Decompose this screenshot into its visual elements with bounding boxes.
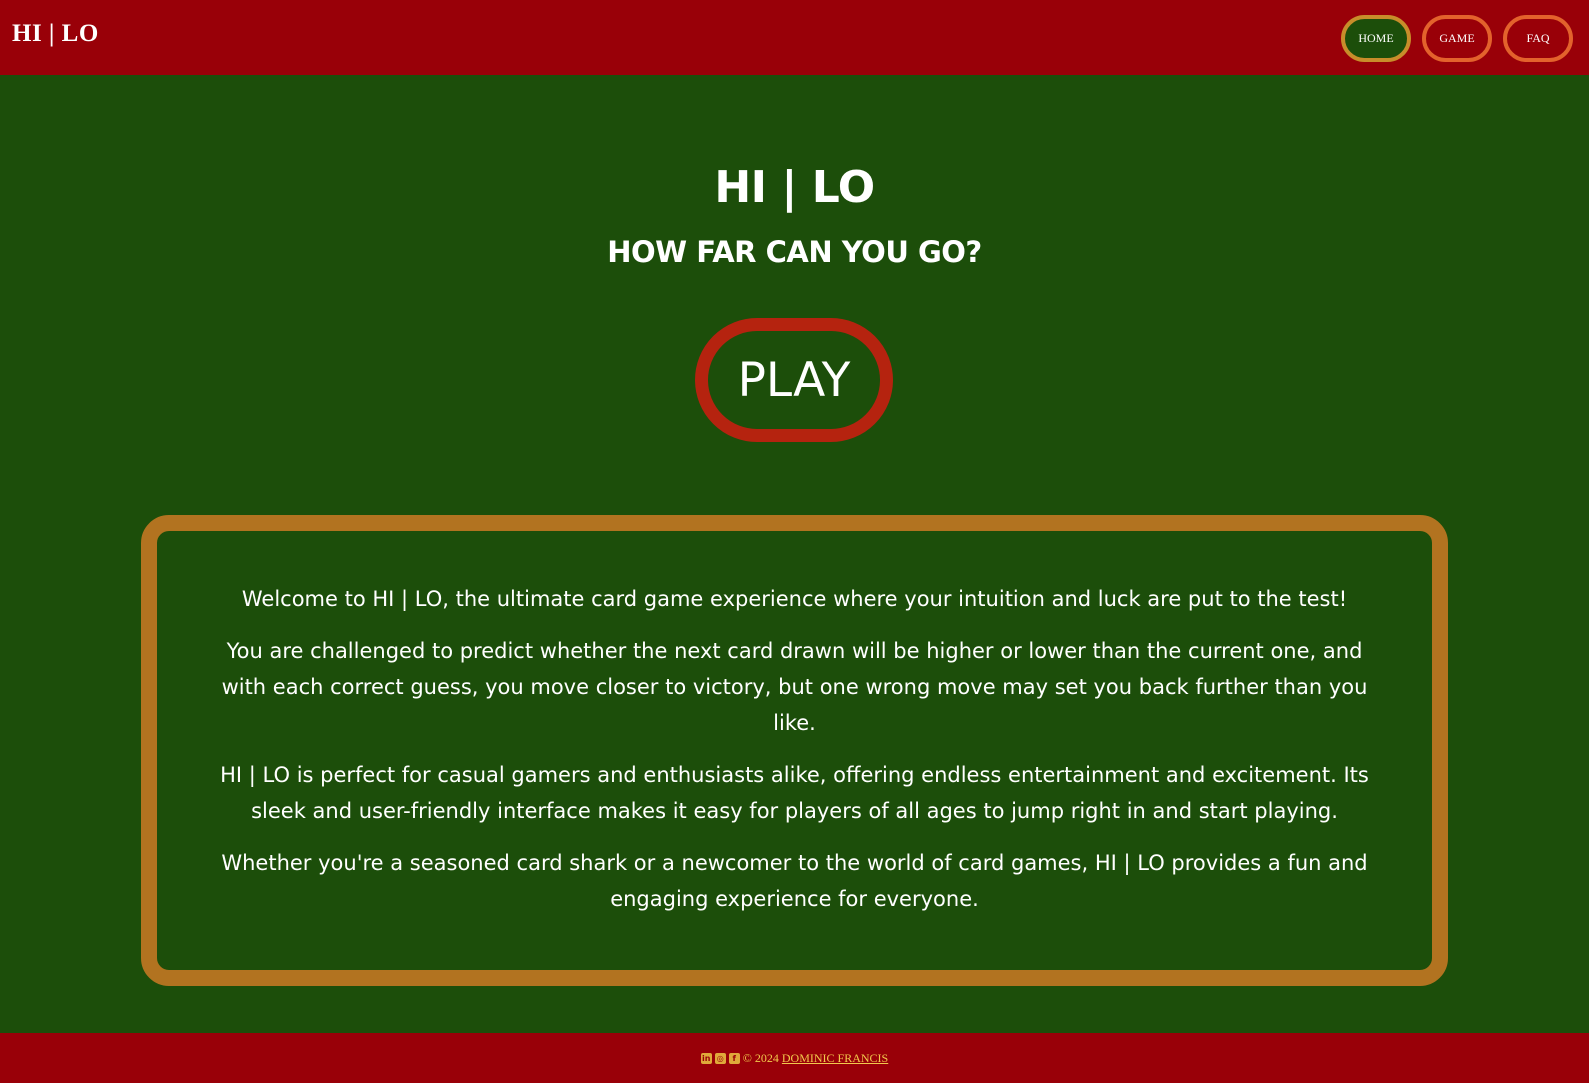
copyright-text: © 2024 [742, 1050, 779, 1065]
facebook-icon[interactable]: f [728, 1052, 740, 1064]
author-link[interactable]: DOMINIC FRANCIS [782, 1051, 888, 1066]
about-paragraph-audience: HI | LO is perfect for casual gamers and… [220, 763, 1369, 823]
nav-link-game[interactable]: GAME [1422, 15, 1492, 62]
about-paragraph-welcome: Welcome to HI | LO, the ultimate card ga… [241, 587, 1348, 611]
about-paragraph-rules: You are challenged to predict whether th… [221, 639, 1368, 735]
navbar: HI | LO HOME GAME FAQ [0, 0, 1589, 75]
nav-links: HOME GAME FAQ [1341, 15, 1573, 62]
about-paragraph-closing: Whether you're a seasoned card shark or … [221, 851, 1368, 911]
play-button[interactable]: PLAY [695, 318, 893, 442]
brand-logo[interactable]: HI | LO [12, 20, 99, 48]
page-subtitle: HOW FAR CAN YOU GO? [607, 235, 982, 269]
nav-link-home[interactable]: HOME [1341, 15, 1411, 62]
about-card: Welcome to HI | LO, the ultimate card ga… [141, 515, 1448, 986]
footer: in ◎ f © 2024 DOMINIC FRANCIS [0, 1033, 1589, 1083]
linkedin-icon[interactable]: in [700, 1052, 712, 1064]
nav-link-faq[interactable]: FAQ [1503, 15, 1573, 62]
page-title: HI | LO [714, 162, 875, 213]
instagram-icon[interactable]: ◎ [714, 1052, 726, 1064]
